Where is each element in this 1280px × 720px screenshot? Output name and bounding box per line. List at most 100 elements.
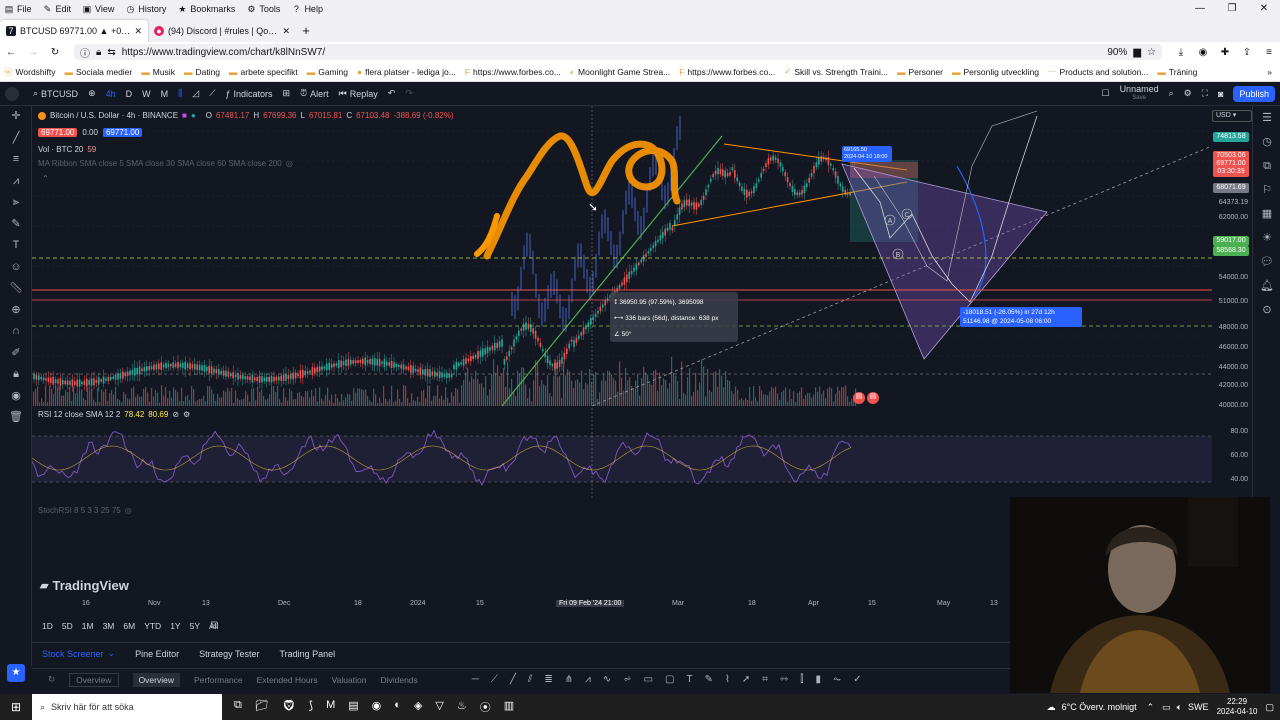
extensions-icon[interactable]: ✚ xyxy=(1214,47,1236,58)
rsi-pane[interactable] xyxy=(32,408,1212,498)
text-tool-icon[interactable]: T xyxy=(686,674,692,685)
bookmark-item[interactable]: ▬ Gaming xyxy=(307,67,348,77)
screener-tab[interactable]: Valuation xyxy=(332,675,367,685)
magnet-icon[interactable]: ∩ xyxy=(0,321,32,343)
interval-d[interactable]: D xyxy=(126,89,133,99)
weather-text[interactable]: 6°C Överv. molnigt xyxy=(1062,702,1137,712)
period-6m[interactable]: 6M xyxy=(123,621,135,631)
cursor-icon[interactable]: ✛ xyxy=(0,106,32,128)
arrow-icon[interactable]: ➚ xyxy=(742,674,750,685)
downloads-icon[interactable]: ⤓ xyxy=(1170,47,1192,58)
rect-icon[interactable]: ▭ xyxy=(644,674,653,685)
horizontal-line-icon[interactable]: ─ xyxy=(472,674,479,685)
notifications-icon[interactable]: ▢ xyxy=(1265,702,1274,713)
pattern-icon[interactable]: ⩘ xyxy=(0,171,32,193)
bid-ask-box[interactable]: 69771.00 0.00 69771.00 xyxy=(38,128,143,137)
browser-menu-icon[interactable]: ≡ xyxy=(1258,47,1280,58)
compare-button[interactable]: ⊕ xyxy=(88,88,96,99)
vpn-icon[interactable]: ▽ xyxy=(435,699,443,715)
menu-bookmarks[interactable]: ★ Bookmarks xyxy=(177,4,235,14)
menu-edit[interactable]: ✎ Edit xyxy=(43,4,71,14)
period-ytd[interactable]: YTD xyxy=(144,621,161,631)
symbol-search[interactable]: ⌕ BTCUSD xyxy=(33,88,78,99)
indicators-button[interactable]: ƒ Indicators xyxy=(226,89,273,99)
trend-line-green[interactable] xyxy=(501,135,723,406)
period-5y[interactable]: 5Y xyxy=(190,621,200,631)
forecast-icon[interactable]: ⫿ xyxy=(800,674,803,685)
layout-name[interactable]: Unnamed Save xyxy=(1120,84,1159,103)
user-avatar[interactable] xyxy=(5,86,23,101)
eye-icon[interactable]: ◉ xyxy=(0,386,32,408)
lock-icon[interactable]: 🔒︎ xyxy=(0,364,32,386)
period-1y[interactable]: 1Y xyxy=(170,621,180,631)
task-view-icon[interactable]: ⧉ xyxy=(234,699,242,715)
bookmark-item[interactable]: ▬ Personer xyxy=(897,67,943,77)
redo-icon[interactable]: ↷ xyxy=(405,88,413,99)
fib-icon[interactable]: ≣ xyxy=(544,674,552,685)
text-icon[interactable]: T xyxy=(0,235,32,257)
collapse-legend-icon[interactable]: ⌃ xyxy=(42,174,49,183)
templates-icon[interactable]: ⊞ xyxy=(283,88,291,99)
bookmark-item[interactable]: ▬ Träning xyxy=(1157,67,1197,77)
watchlist-star-icon[interactable]: ★ xyxy=(7,664,25,682)
bookmark-item[interactable]: ▬ Dating xyxy=(184,67,220,77)
app2-icon[interactable]: ◈ xyxy=(414,699,422,715)
projection-icon[interactable]: ⏦ xyxy=(833,674,841,685)
interval-4h[interactable]: 4h xyxy=(106,89,116,99)
tab-discord[interactable]: ● (94) Discord | #rules | Qortal Pr ✕ xyxy=(148,20,296,42)
bookmark-item[interactable]: ● flera platser - lediga jo... xyxy=(357,67,456,77)
zoom-icon[interactable]: ⊕ xyxy=(0,300,32,322)
notifications-bell-icon[interactable]: 🔔︎ xyxy=(1253,274,1280,298)
period-5d[interactable]: 5D xyxy=(62,621,73,631)
emoji-icon[interactable]: ☺ xyxy=(0,257,32,279)
layers-icon[interactable]: ⧉ xyxy=(1253,154,1280,178)
fib-wedge[interactable] xyxy=(841,163,1048,360)
signal-icon[interactable]: ✓ xyxy=(853,674,861,685)
bookmark-item[interactable]: Fhttps://www.forbes.co... xyxy=(679,67,775,77)
bookmark-item[interactable]: ⓦ Wordshifty xyxy=(4,66,56,78)
us-flag-event-icon[interactable]: ▤ xyxy=(853,392,865,404)
period-1d[interactable]: 1D xyxy=(42,621,53,631)
taskbar-clock[interactable]: 22:29 2024-04-10 xyxy=(1217,697,1258,717)
chat-icon[interactable]: 💬︎ xyxy=(1253,250,1280,274)
bookmarks-overflow-icon[interactable]: » xyxy=(1267,67,1272,77)
forward-icon[interactable]: → xyxy=(22,47,44,58)
browser-icon[interactable]: ◐ xyxy=(394,699,401,715)
undo-icon[interactable]: ↶ xyxy=(388,88,396,99)
screener-tab[interactable]: Overview xyxy=(132,672,180,687)
bookmark-item[interactable]: ▬ Musik xyxy=(141,67,175,77)
account-icon[interactable]: ◉ xyxy=(1192,47,1214,58)
lock-drawings-icon[interactable]: ✐ xyxy=(0,343,32,365)
app-icon[interactable]: ⟆ xyxy=(309,699,313,715)
interval-w[interactable]: W xyxy=(142,89,151,99)
wave-icon[interactable]: ∿ xyxy=(603,674,611,685)
tray-chevron-icon[interactable]: ⌃ xyxy=(1147,702,1155,713)
brave-icon[interactable]: 🦁︎ xyxy=(282,699,296,715)
pattern-icon[interactable]: ⩘ xyxy=(585,674,591,685)
screener-tab[interactable]: Overview xyxy=(69,672,119,687)
ruler-icon[interactable]: 📏︎ xyxy=(0,278,32,300)
help-circle-icon[interactable]: ⊙ xyxy=(1253,298,1280,322)
trash-icon[interactable]: 🗑︎ xyxy=(0,407,32,429)
close-window-icon[interactable]: ✕ xyxy=(1248,0,1280,17)
back-icon[interactable]: ← xyxy=(0,47,22,58)
price-pin-label[interactable]: 69165.50 2024-04-10 18:00 xyxy=(842,146,892,162)
period-1m[interactable]: 1M xyxy=(82,621,94,631)
bottom-tab[interactable]: Trading Panel xyxy=(279,649,335,659)
replay-button[interactable]: ⏮ Replay xyxy=(339,88,378,99)
language-indicator[interactable]: SWE xyxy=(1188,702,1209,712)
network-icon[interactable]: ▭ xyxy=(1162,702,1171,713)
screener-tab[interactable]: Extended Hours xyxy=(257,675,318,685)
steam-icon[interactable]: ♨ xyxy=(457,699,467,715)
bottom-tab[interactable]: Pine Editor xyxy=(135,649,179,659)
notes-icon[interactable]: ▥ xyxy=(504,699,514,715)
taskbar-search[interactable]: ⌕ Skriv här för att söka xyxy=(32,694,222,720)
chevron-down-icon[interactable]: ⌄ xyxy=(108,648,116,659)
quick-search-icon[interactable]: ⌕ xyxy=(1169,88,1174,99)
bookmark-item[interactable]: ⋯ Products and solution... xyxy=(1048,66,1148,77)
alert-button[interactable]: ⏰︎ Alert xyxy=(300,88,329,99)
menu-view[interactable]: ▣ View xyxy=(82,4,115,14)
bookmark-star-icon[interactable]: ☆ xyxy=(1147,47,1156,58)
zoom-level[interactable]: 90% xyxy=(1107,47,1127,58)
fib-icon[interactable]: ≡ xyxy=(0,149,32,171)
